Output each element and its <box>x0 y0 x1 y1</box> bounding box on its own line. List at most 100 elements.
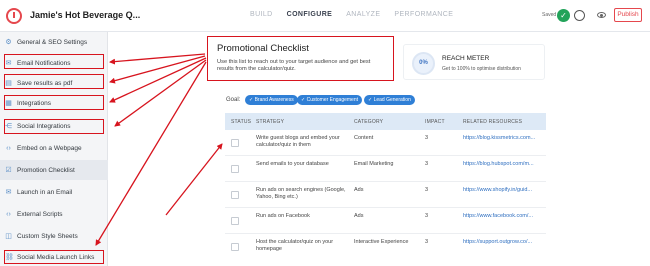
envelope-icon: ✉ <box>5 188 12 196</box>
sidebar-item-promotion-checklist[interactable]: ☑ Promotion Checklist <box>0 160 108 180</box>
th-status: STATUS <box>231 119 252 125</box>
status-checkbox[interactable] <box>231 217 239 225</box>
strategy-cell: Host the calculator/quiz on your homepag… <box>256 239 334 253</box>
goal-chip-lead-generation[interactable]: ✓ Lead Generation <box>364 95 415 105</box>
sidebar-item-launch-email[interactable]: ✉ Launch in an Email <box>0 182 108 202</box>
css-icon: ◫ <box>5 232 12 240</box>
saved-label: Saved <box>542 12 557 18</box>
sidebar-item-custom-css[interactable]: ◫ Custom Style Sheets <box>0 226 108 246</box>
th-impact: IMPACT <box>425 119 445 125</box>
sidebar-item-label: Save results as pdf <box>17 79 73 87</box>
impact-cell: 3 <box>425 161 429 167</box>
th-resources: RELATED RESOURCES <box>463 119 523 125</box>
sidebar-item-integrations[interactable]: ▦ Integrations <box>0 93 108 113</box>
resource-link[interactable]: https://www.facebook.com/... <box>463 213 545 220</box>
category-cell: Interactive Experience <box>354 239 409 245</box>
arrow-to-email <box>109 53 206 65</box>
sidebar-item-external-scripts[interactable]: ‹› External Scripts <box>0 204 108 224</box>
resource-link[interactable]: https://blog.hubspot.com/m... <box>463 161 545 168</box>
app-title[interactable]: Jamie's Hot Beverage Q... <box>30 10 140 20</box>
app-logo-icon[interactable] <box>6 8 22 24</box>
table-row: Run ads on Facebook Ads 3 https://www.fa… <box>225 208 546 234</box>
sidebar-item-label: Integrations <box>17 99 51 107</box>
arrow-to-checkbox <box>165 143 223 216</box>
sidebar-item-general-seo[interactable]: ⚙ General & SEO Settings <box>0 32 108 52</box>
goal-chip-customer-engagement[interactable]: ✓ Customer Engagement <box>297 95 363 105</box>
promotional-checklist-header: Promotional Checklist Use this list to r… <box>207 36 394 81</box>
impact-cell: 3 <box>425 213 429 219</box>
table-row: Host the calculator/quiz on your homepag… <box>225 234 546 260</box>
goal-chip-label: Lead Generation <box>373 97 411 103</box>
arrow-to-social-integrations <box>114 59 207 127</box>
strategy-cell: Run ads on Facebook <box>256 213 310 219</box>
main-nav: BUILD CONFIGURE ANALYZE PERFORMANCE <box>250 11 453 18</box>
th-strategy: STRATEGY <box>256 119 285 125</box>
page-description: Use this list to reach out to your targe… <box>217 59 371 73</box>
sidebar-item-save-pdf[interactable]: ▤ Save results as pdf <box>0 73 108 93</box>
code-icon: ‹› <box>6 144 11 152</box>
toggle-icon[interactable] <box>574 10 585 21</box>
table-row: Write guest blogs and embed your calcula… <box>225 130 546 156</box>
sidebar-item-social-launch-links[interactable]: ⛓ Social Media Launch Links <box>0 247 108 266</box>
resource-link[interactable]: https://support.outgrow.co/... <box>463 239 545 246</box>
sidebar-item-label: Social Media Launch Links <box>17 253 95 261</box>
sidebar-item-label: Email Notifications <box>17 59 71 67</box>
sidebar-item-label: Launch in an Email <box>17 188 73 196</box>
reach-title: REACH METER <box>442 55 490 62</box>
sidebar-item-label: General & SEO Settings <box>17 38 88 46</box>
status-checkbox[interactable] <box>231 243 239 251</box>
category-cell: Ads <box>354 187 364 193</box>
saved-check-icon: ✓ <box>557 9 570 22</box>
page-title: Promotional Checklist <box>217 43 309 54</box>
strategy-cell: Run ads on search engines (Google, Yahoo… <box>256 187 346 201</box>
arrow-to-integrations <box>109 57 207 103</box>
table-header: STATUS STRATEGY CATEGORY IMPACT RELATED … <box>225 113 546 130</box>
impact-cell: 3 <box>425 239 429 245</box>
preview-eye-icon[interactable] <box>597 12 606 18</box>
envelope-icon: ✉ <box>5 59 12 67</box>
goal-chip-label: Brand Awareness <box>254 97 294 103</box>
th-category: CATEGORY <box>354 119 384 125</box>
arrow-to-social-launch <box>95 61 207 246</box>
resource-link[interactable]: https://blog.kissmetrics.com... <box>463 135 545 142</box>
sidebar: ⚙ General & SEO Settings ✉ Email Notific… <box>0 32 108 266</box>
category-cell: Ads <box>354 213 364 219</box>
gear-icon: ⚙ <box>5 38 12 46</box>
link-icon: ⛓ <box>5 253 14 261</box>
status-checkbox[interactable] <box>231 165 239 173</box>
goal-chip-brand-awareness[interactable]: ✓ Brand Awareness <box>245 95 298 105</box>
goal-label: Goal: <box>226 97 241 103</box>
impact-cell: 3 <box>425 135 429 141</box>
resource-link[interactable]: https://www.shopify.in/guid... <box>463 187 545 194</box>
arrow-to-pdf <box>109 55 206 84</box>
category-cell: Email Marketing <box>354 161 394 167</box>
sidebar-item-label: Custom Style Sheets <box>17 232 78 240</box>
table-row: Run ads on search engines (Google, Yahoo… <box>225 182 546 208</box>
impact-cell: 3 <box>425 187 429 193</box>
category-cell: Content <box>354 135 374 141</box>
goal-chip-label: Customer Engagement <box>306 97 359 103</box>
code-icon: ‹› <box>6 210 11 218</box>
sidebar-item-label: Social Integrations <box>17 122 71 130</box>
nav-configure[interactable]: CONFIGURE <box>287 11 333 18</box>
sidebar-item-social-integrations[interactable]: ⋲ Social Integrations <box>0 116 108 136</box>
sidebar-item-label: Promotion Checklist <box>17 166 75 174</box>
nav-performance[interactable]: PERFORMANCE <box>394 11 453 18</box>
status-checkbox[interactable] <box>231 191 239 199</box>
sidebar-item-label: External Scripts <box>17 210 63 218</box>
sidebar-item-label: Embed on a Webpage <box>17 144 82 152</box>
nav-build[interactable]: BUILD <box>250 11 273 18</box>
nav-analyze[interactable]: ANALYZE <box>346 11 380 18</box>
reach-meter: 0% REACH METER Get to 100% to optimise d… <box>403 44 545 80</box>
publish-button[interactable]: Publish <box>614 8 642 22</box>
checklist-icon: ☑ <box>5 166 12 174</box>
share-icon: ⋲ <box>5 122 12 130</box>
reach-subtitle: Get to 100% to optimise distribution <box>442 66 521 72</box>
strategy-cell: Send emails to your database <box>256 161 329 167</box>
sidebar-item-embed[interactable]: ‹› Embed on a Webpage <box>0 138 108 158</box>
reach-percent: 0% <box>412 52 435 75</box>
pdf-icon: ▤ <box>5 79 12 87</box>
sidebar-item-email-notifications[interactable]: ✉ Email Notifications <box>0 53 108 73</box>
status-checkbox[interactable] <box>231 139 239 147</box>
top-bar: Jamie's Hot Beverage Q... BUILD CONFIGUR… <box>0 0 650 32</box>
